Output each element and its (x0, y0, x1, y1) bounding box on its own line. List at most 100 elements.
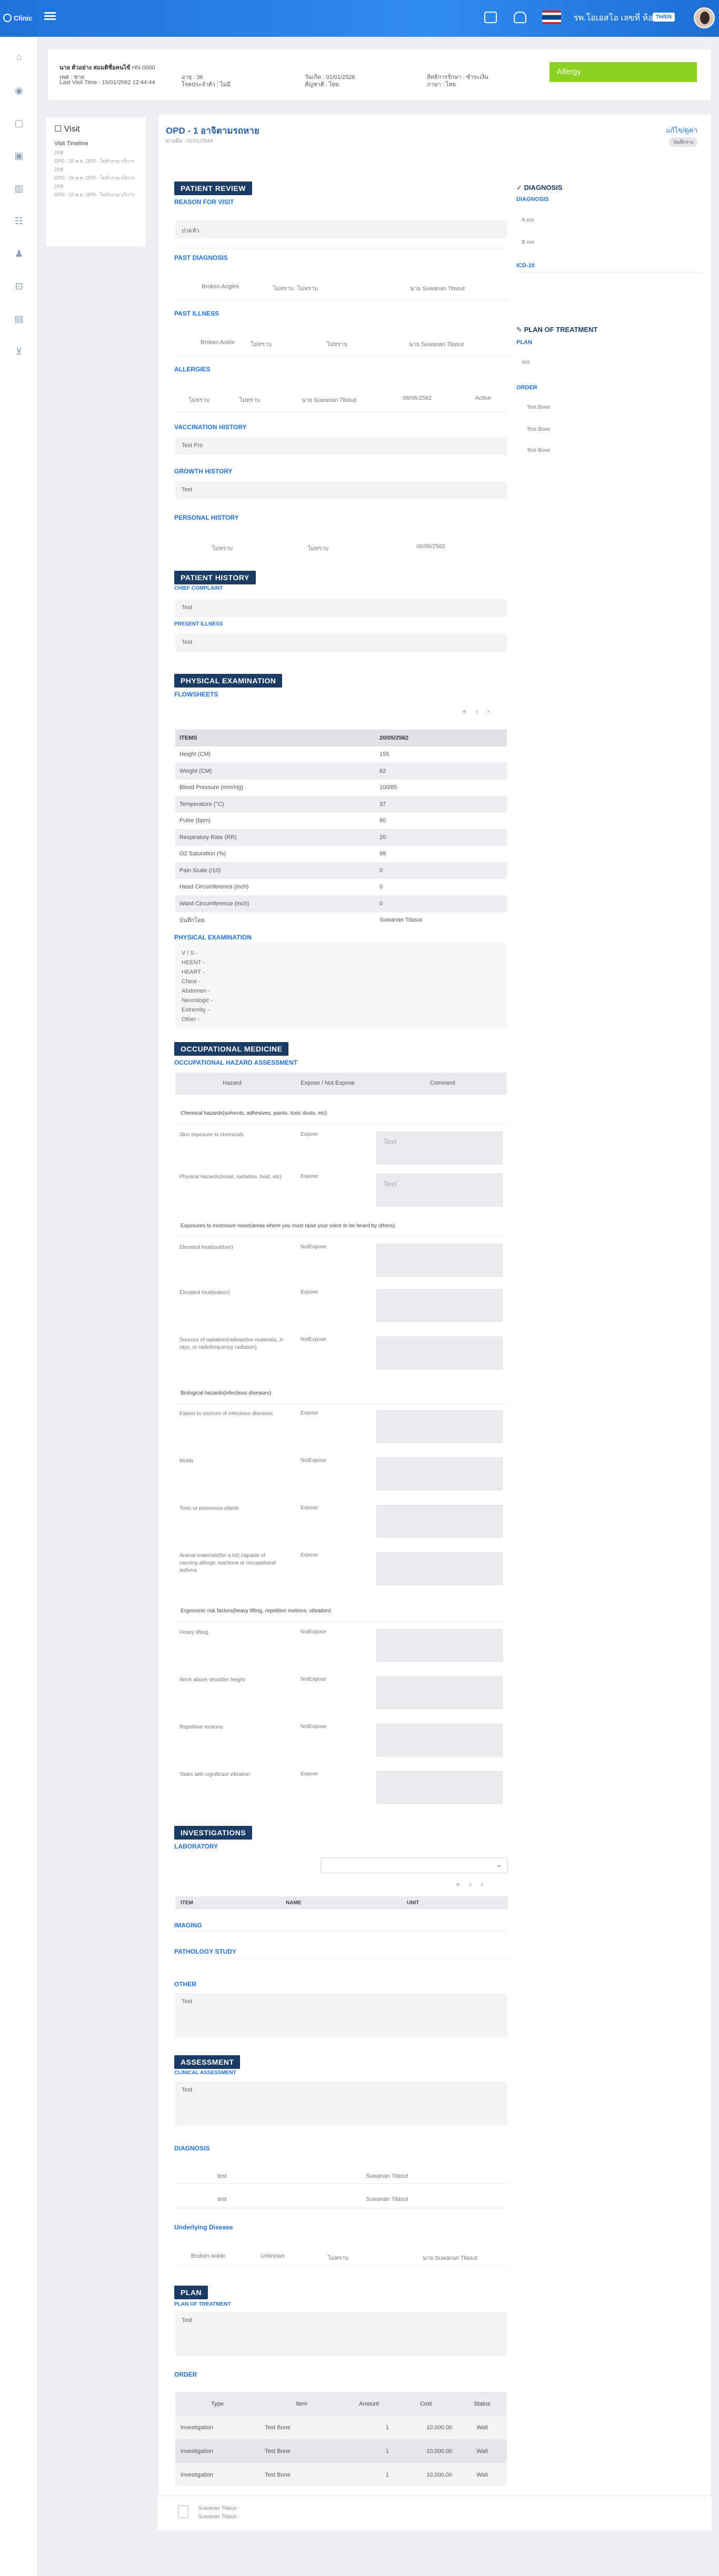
lab-table-header: ITEM NAME UNIT (175, 1896, 508, 1909)
lab-pager[interactable]: «‹› (456, 1881, 493, 1888)
table-row: Weight (CM) 62 (175, 763, 507, 780)
present-illness-field: Test (175, 634, 507, 652)
list-item: Test Bone (527, 427, 551, 432)
hazard-category: Ergonomic risk factors(heavy lifting, re… (175, 1601, 507, 1622)
brand-logo[interactable]: Clinic (3, 14, 32, 22)
list-item: A xxx (522, 217, 534, 223)
table-header: Type Item Amount Cost Status (175, 2392, 507, 2416)
expose-select[interactable]: Expose (301, 1771, 318, 1777)
image-icon[interactable]: ▣ (13, 150, 25, 162)
hazard-table-header: Hazard Expose / Not Expose Comment (175, 1073, 507, 1095)
comment-field[interactable] (376, 1724, 503, 1756)
hamburger-icon[interactable] (44, 11, 56, 22)
comment-field[interactable]: Text (376, 1132, 503, 1164)
users-icon[interactable]: ☷ (13, 216, 25, 227)
avatar[interactable] (694, 7, 715, 28)
sidebar: ⌂ ◉ ▢ ▣ ▥ ☷ ♟ ⊡ ▤ ⊻ (0, 37, 38, 2576)
expose-select[interactable]: Expose (301, 1174, 318, 1179)
comment-field[interactable] (376, 1505, 503, 1538)
expose-select[interactable]: NotExpose (301, 1337, 326, 1342)
list-item: xxx (522, 359, 530, 365)
expose-select[interactable]: NotExpose (301, 1676, 326, 1682)
visit-timeline-title: Visit Timeline (54, 140, 88, 147)
other-title: OTHER (174, 1981, 196, 1988)
expose-select[interactable]: NotExpose (301, 1724, 326, 1730)
table-row: Head Circumference (inch) 0 (179, 884, 383, 891)
check-circle-icon[interactable]: ◉ (13, 85, 25, 97)
expose-select[interactable]: Expose (301, 1552, 318, 1558)
right-diagnosis-title: ✓ DIAGNOSIS (516, 184, 563, 191)
home-icon[interactable]: ⌂ (13, 52, 25, 63)
lab-select[interactable] (321, 1857, 508, 1873)
comment-field[interactable] (376, 1337, 503, 1369)
table-row: Respiratory Rate (RR) 20 (175, 829, 507, 846)
allergy-alert[interactable]: Allergy (550, 62, 697, 82)
assessment-diagnosis-title: DIAGNOSIS (174, 2145, 210, 2152)
clipboard-icon[interactable]: ▢ (13, 118, 25, 129)
right-plan-sub: PLAN (516, 339, 532, 346)
comment-field[interactable] (376, 1552, 503, 1585)
table-row: Pain Scale (/10) 0 (175, 862, 507, 879)
growth-field: Test (175, 481, 507, 499)
comment-field[interactable] (376, 1289, 503, 1322)
mail-icon[interactable] (484, 12, 497, 23)
table-row: Height (CM) 155 (179, 751, 390, 758)
table-row: Pulse (bpm) 80 (179, 817, 386, 824)
nationality: ไทย (329, 82, 339, 88)
signature-icon (178, 2506, 188, 2518)
rights: ชำระเงิน (466, 74, 488, 80)
timeline-item[interactable]: 2/08 OPD - 20 พ.ค. OPD - ไม่ทำงาน บริการ (46, 149, 146, 166)
flowsheet-pager[interactable]: «‹› (463, 708, 499, 715)
comment-field[interactable] (376, 1771, 503, 1804)
table-row: Investigation Test Bone 1 10,000.00 Wait (175, 2416, 507, 2439)
cart-icon[interactable]: ⊻ (13, 346, 25, 358)
laboratory-title: LABORATORY (174, 1843, 218, 1850)
present-illness-title: PRESENT ILLNESS (174, 621, 223, 627)
table-row: Investigation Test Bone 1 10,000.00 Wait (175, 2439, 507, 2463)
user-name[interactable]: รพ.โอเอสโอ เลขที่ ห้อง (574, 12, 657, 25)
timeline-item[interactable]: 2/08 OPD - 10 พ.ค. OPD - ไม่ทำงาน บริการ (46, 183, 146, 199)
pathology-title[interactable]: PATHOLOGY STUDY (174, 1948, 236, 1955)
comment-field[interactable] (376, 1244, 503, 1277)
expose-select[interactable]: NotExpose (301, 1244, 326, 1250)
comment-field[interactable] (376, 1410, 503, 1443)
group-icon[interactable]: ♟ (13, 248, 25, 260)
chart-icon[interactable]: ▥ (13, 183, 25, 195)
patient-review-header: PATIENT REVIEW (174, 181, 252, 195)
language-button[interactable]: TH/EN (653, 13, 675, 22)
physical-exam-header: PHYSICAL EXAMINATION (174, 674, 283, 688)
right-diagnosis-sub: DIAGNOSIS (516, 196, 549, 203)
past-illness-title: PAST ILLNESS (174, 310, 219, 317)
right-order-sub: ORDER (516, 385, 537, 391)
comment-field[interactable] (376, 1458, 503, 1490)
edit-link[interactable]: แก้ไข/ดูค่า (666, 125, 697, 136)
hazard-category: Chemical hazards(solvents, adhesives, pa… (175, 1103, 507, 1124)
hazard-category: Biological hazards(infectious diseases) (175, 1383, 507, 1404)
document-icon[interactable]: ▤ (13, 314, 25, 325)
chief-complaint-title: CHIEF COMPLAINT (174, 585, 223, 591)
thai-flag-icon[interactable] (542, 11, 561, 24)
pe-field: V / S - HEENT - HEART - Chest - Abdomen - Ne… (175, 943, 507, 1027)
expose-select[interactable]: NotExpose (301, 1458, 326, 1463)
occupational-header: OCCUPATIONAL MEDICINE (174, 1042, 289, 1056)
patient-name: ตัวอย่าง สมมติชื่อคนไข้ (72, 65, 131, 71)
icd-link[interactable]: ICD-10 (516, 262, 535, 269)
expose-select[interactable]: NotExpose (301, 1629, 326, 1635)
timeline-item[interactable]: 2/08 OPD - 15 พ.ค. OPD - ไม่ทำงาน บริการ (46, 166, 146, 183)
expose-select[interactable]: Expose (301, 1505, 318, 1511)
table-row: บันทึกโดย Suwanan Tilasut (179, 917, 422, 924)
comment-field[interactable] (376, 1676, 503, 1709)
flowsheet-table: ITEMS 20/05/2562 Height (CM) 155 Weight (C… (175, 730, 507, 928)
bell-icon[interactable] (514, 12, 526, 23)
expose-select[interactable]: Expose (301, 1289, 318, 1295)
signed-by: Suwanan Tilasut - (198, 2514, 240, 2520)
imaging-title[interactable]: IMAGING (174, 1922, 202, 1929)
lock-icon[interactable]: ⊡ (13, 281, 25, 292)
past-diagnosis-title: PAST DIAGNOSIS (174, 254, 228, 261)
expose-select[interactable]: Expose (301, 1132, 318, 1137)
list-item: Test Bone (527, 448, 551, 453)
expose-select[interactable]: Expose (301, 1410, 318, 1416)
comment-field[interactable] (376, 1629, 503, 1662)
comment-field[interactable]: Text (376, 1174, 503, 1206)
other-field: Test (175, 1993, 507, 2037)
